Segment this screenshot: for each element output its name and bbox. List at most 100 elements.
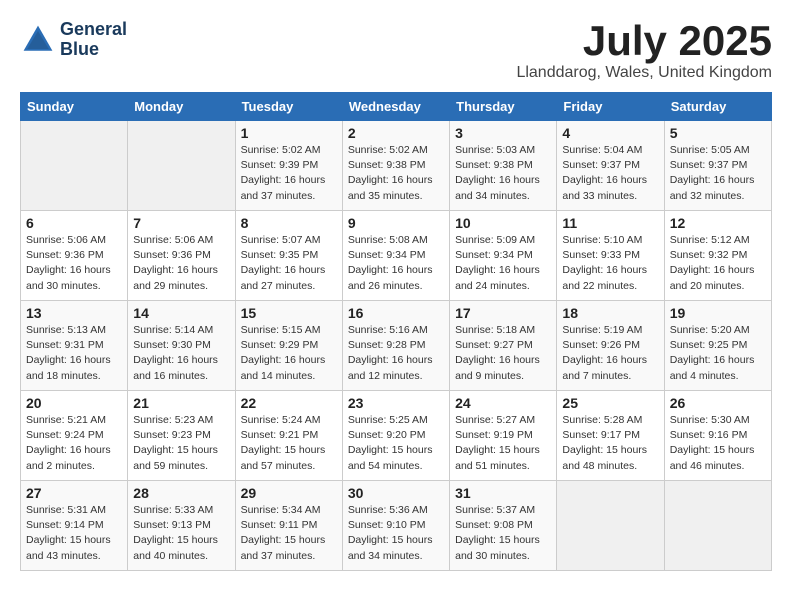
- logo-text: General Blue: [60, 20, 127, 60]
- weekday-header: Monday: [128, 93, 235, 121]
- day-number: 12: [670, 215, 766, 231]
- calendar-cell: 15 Sunrise: 5:15 AMSunset: 9:29 PMDayligh…: [235, 301, 342, 391]
- calendar-cell: 12 Sunrise: 5:12 AMSunset: 9:32 PMDayligh…: [664, 211, 771, 301]
- day-number: 31: [455, 485, 551, 501]
- day-number: 17: [455, 305, 551, 321]
- day-info: Sunrise: 5:07 AMSunset: 9:35 PMDaylight:…: [241, 233, 337, 294]
- day-number: 3: [455, 125, 551, 141]
- day-info: Sunrise: 5:37 AMSunset: 9:08 PMDaylight:…: [455, 503, 551, 564]
- day-number: 4: [562, 125, 658, 141]
- weekday-header: Wednesday: [342, 93, 449, 121]
- calendar-cell: 30Sunrise: 5:36 AMSunset: 9:10 PMDayligh…: [342, 481, 449, 571]
- day-number: 15: [241, 305, 337, 321]
- weekday-header: Tuesday: [235, 93, 342, 121]
- day-number: 26: [670, 395, 766, 411]
- calendar-cell: 7 Sunrise: 5:06 AMSunset: 9:36 PMDaylight…: [128, 211, 235, 301]
- day-number: 24: [455, 395, 551, 411]
- day-info: Sunrise: 5:05 AMSunset: 9:37 PMDaylight:…: [670, 143, 766, 204]
- calendar-table: SundayMondayTuesdayWednesdayThursdayFrid…: [20, 92, 772, 571]
- weekday-header: Saturday: [664, 93, 771, 121]
- day-number: 28: [133, 485, 229, 501]
- day-number: 22: [241, 395, 337, 411]
- day-number: 27: [26, 485, 122, 501]
- day-number: 13: [26, 305, 122, 321]
- day-info: Sunrise: 5:02 AMSunset: 9:38 PMDaylight:…: [348, 143, 444, 204]
- day-number: 7: [133, 215, 229, 231]
- calendar-cell: 22 Sunrise: 5:24 AMSunset: 9:21 PMDayligh…: [235, 391, 342, 481]
- calendar-cell: 26 Sunrise: 5:30 AMSunset: 9:16 PMDayligh…: [664, 391, 771, 481]
- day-info: Sunrise: 5:23 AMSunset: 9:23 PMDaylight:…: [133, 413, 229, 474]
- title-block: July 2025 Llanddarog, Wales, United King…: [516, 20, 772, 82]
- calendar-cell: 5 Sunrise: 5:05 AMSunset: 9:37 PMDaylight…: [664, 121, 771, 211]
- day-info: Sunrise: 5:27 AMSunset: 9:19 PMDaylight:…: [455, 413, 551, 474]
- calendar-cell: 11Sunrise: 5:10 AMSunset: 9:33 PMDayligh…: [557, 211, 664, 301]
- day-number: 8: [241, 215, 337, 231]
- logo-icon: [20, 22, 56, 58]
- day-info: Sunrise: 5:06 AMSunset: 9:36 PMDaylight:…: [26, 233, 122, 294]
- calendar-cell: 4 Sunrise: 5:04 AMSunset: 9:37 PMDaylight…: [557, 121, 664, 211]
- day-info: Sunrise: 5:13 AMSunset: 9:31 PMDaylight:…: [26, 323, 122, 384]
- calendar-week-row: 13 Sunrise: 5:13 AMSunset: 9:31 PMDayligh…: [21, 301, 772, 391]
- day-number: 23: [348, 395, 444, 411]
- calendar-cell: [557, 481, 664, 571]
- day-number: 19: [670, 305, 766, 321]
- day-number: 25: [562, 395, 658, 411]
- day-info: Sunrise: 5:08 AMSunset: 9:34 PMDaylight:…: [348, 233, 444, 294]
- location-title: Llanddarog, Wales, United Kingdom: [516, 64, 772, 82]
- month-title: July 2025: [516, 20, 772, 62]
- day-info: Sunrise: 5:03 AMSunset: 9:38 PMDaylight:…: [455, 143, 551, 204]
- day-number: 5: [670, 125, 766, 141]
- day-number: 29: [241, 485, 337, 501]
- calendar-cell: 23 Sunrise: 5:25 AMSunset: 9:20 PMDayligh…: [342, 391, 449, 481]
- day-info: Sunrise: 5:30 AMSunset: 9:16 PMDaylight:…: [670, 413, 766, 474]
- day-info: Sunrise: 5:24 AMSunset: 9:21 PMDaylight:…: [241, 413, 337, 474]
- calendar-cell: 8 Sunrise: 5:07 AMSunset: 9:35 PMDaylight…: [235, 211, 342, 301]
- calendar-cell: 16Sunrise: 5:16 AMSunset: 9:28 PMDayligh…: [342, 301, 449, 391]
- day-info: Sunrise: 5:33 AMSunset: 9:13 PMDaylight:…: [133, 503, 229, 564]
- day-info: Sunrise: 5:20 AMSunset: 9:25 PMDaylight:…: [670, 323, 766, 384]
- calendar-cell: 31 Sunrise: 5:37 AMSunset: 9:08 PMDayligh…: [450, 481, 557, 571]
- weekday-header: Thursday: [450, 93, 557, 121]
- calendar-cell: [664, 481, 771, 571]
- day-info: Sunrise: 5:12 AMSunset: 9:32 PMDaylight:…: [670, 233, 766, 294]
- calendar-cell: 1Sunrise: 5:02 AMSunset: 9:39 PMDaylight…: [235, 121, 342, 211]
- day-info: Sunrise: 5:21 AMSunset: 9:24 PMDaylight:…: [26, 413, 122, 474]
- day-info: Sunrise: 5:06 AMSunset: 9:36 PMDaylight:…: [133, 233, 229, 294]
- day-info: Sunrise: 5:36 AMSunset: 9:10 PMDaylight:…: [348, 503, 444, 564]
- calendar-week-row: 27Sunrise: 5:31 AMSunset: 9:14 PMDayligh…: [21, 481, 772, 571]
- weekday-header: Friday: [557, 93, 664, 121]
- calendar-cell: 19 Sunrise: 5:20 AMSunset: 9:25 PMDayligh…: [664, 301, 771, 391]
- calendar-week-row: 6 Sunrise: 5:06 AMSunset: 9:36 PMDaylight…: [21, 211, 772, 301]
- day-info: Sunrise: 5:15 AMSunset: 9:29 PMDaylight:…: [241, 323, 337, 384]
- day-info: Sunrise: 5:10 AMSunset: 9:33 PMDaylight:…: [562, 233, 658, 294]
- calendar-cell: 17 Sunrise: 5:18 AMSunset: 9:27 PMDayligh…: [450, 301, 557, 391]
- calendar-cell: 18Sunrise: 5:19 AMSunset: 9:26 PMDayligh…: [557, 301, 664, 391]
- calendar-cell: 28 Sunrise: 5:33 AMSunset: 9:13 PMDayligh…: [128, 481, 235, 571]
- day-number: 14: [133, 305, 229, 321]
- day-info: Sunrise: 5:28 AMSunset: 9:17 PMDaylight:…: [562, 413, 658, 474]
- calendar-cell: 10Sunrise: 5:09 AMSunset: 9:34 PMDayligh…: [450, 211, 557, 301]
- calendar-cell: 25 Sunrise: 5:28 AMSunset: 9:17 PMDayligh…: [557, 391, 664, 481]
- day-info: Sunrise: 5:02 AMSunset: 9:39 PMDaylight:…: [241, 143, 337, 204]
- logo: General Blue: [20, 20, 127, 60]
- calendar-cell: [21, 121, 128, 211]
- calendar-cell: 20Sunrise: 5:21 AMSunset: 9:24 PMDayligh…: [21, 391, 128, 481]
- day-info: Sunrise: 5:25 AMSunset: 9:20 PMDaylight:…: [348, 413, 444, 474]
- day-number: 9: [348, 215, 444, 231]
- day-number: 6: [26, 215, 122, 231]
- day-info: Sunrise: 5:18 AMSunset: 9:27 PMDaylight:…: [455, 323, 551, 384]
- calendar-cell: 27Sunrise: 5:31 AMSunset: 9:14 PMDayligh…: [21, 481, 128, 571]
- day-info: Sunrise: 5:34 AMSunset: 9:11 PMDaylight:…: [241, 503, 337, 564]
- calendar-cell: 14 Sunrise: 5:14 AMSunset: 9:30 PMDayligh…: [128, 301, 235, 391]
- day-info: Sunrise: 5:04 AMSunset: 9:37 PMDaylight:…: [562, 143, 658, 204]
- calendar-cell: 24 Sunrise: 5:27 AMSunset: 9:19 PMDayligh…: [450, 391, 557, 481]
- calendar-cell: 6 Sunrise: 5:06 AMSunset: 9:36 PMDaylight…: [21, 211, 128, 301]
- page-header: General Blue July 2025 Llanddarog, Wales…: [20, 20, 772, 82]
- day-info: Sunrise: 5:14 AMSunset: 9:30 PMDaylight:…: [133, 323, 229, 384]
- calendar-week-row: 1Sunrise: 5:02 AMSunset: 9:39 PMDaylight…: [21, 121, 772, 211]
- weekday-header: Sunday: [21, 93, 128, 121]
- calendar-cell: [128, 121, 235, 211]
- calendar-cell: 13 Sunrise: 5:13 AMSunset: 9:31 PMDayligh…: [21, 301, 128, 391]
- day-info: Sunrise: 5:19 AMSunset: 9:26 PMDaylight:…: [562, 323, 658, 384]
- calendar-cell: 3 Sunrise: 5:03 AMSunset: 9:38 PMDaylight…: [450, 121, 557, 211]
